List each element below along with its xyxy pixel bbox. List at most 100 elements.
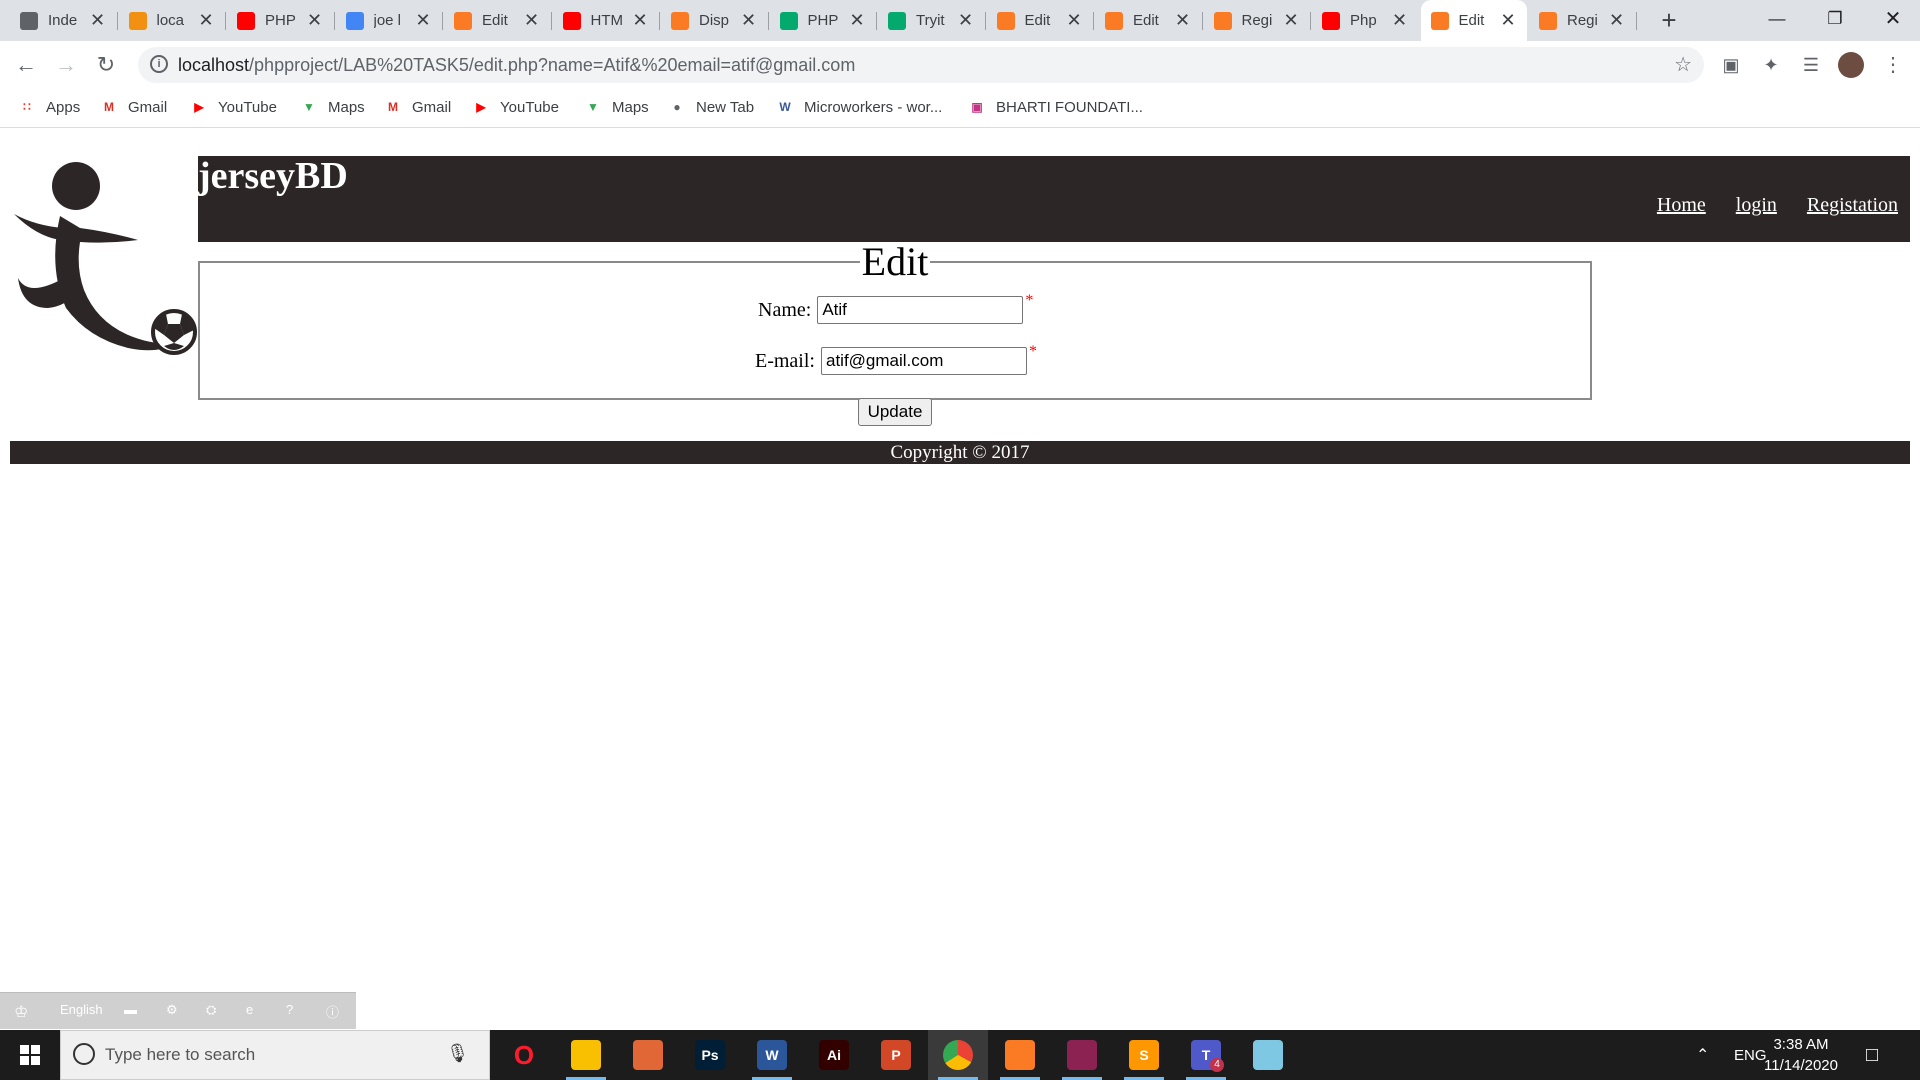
close-tab-icon[interactable]: ✕ [1172, 10, 1194, 31]
restore-button[interactable]: ❐ [1806, 0, 1864, 41]
update-button[interactable]: Update [858, 398, 932, 426]
bookmark-label: Microworkers - wor... [804, 98, 943, 116]
browser-tab[interactable]: Disp ✕ [661, 0, 768, 41]
browser-tab[interactable]: Edit ✕ [444, 0, 551, 41]
url-text[interactable]: localhost/phpproject/LAB%20TASK5/edit.ph… [178, 55, 855, 76]
ie-icon[interactable]: e [246, 1002, 253, 1017]
browser-tab[interactable]: Php ✕ [1312, 0, 1419, 41]
close-tab-icon[interactable]: ✕ [87, 10, 109, 31]
new-tab-button[interactable]: + [1654, 6, 1684, 36]
matlab-icon [633, 1040, 663, 1070]
email-input[interactable] [820, 347, 1027, 375]
bookmark-item[interactable]: W Microworkers - wor... [776, 96, 942, 118]
input-language[interactable]: ENG [1734, 1030, 1767, 1080]
browser-tab[interactable]: PHP ✕ [770, 0, 877, 41]
media-control-icon[interactable]: ☰ [1798, 52, 1824, 78]
info-icon[interactable]: ⓘ [326, 1002, 339, 1021]
back-icon[interactable]: ← [10, 49, 42, 81]
browser-tab[interactable]: HTM ✕ [553, 0, 660, 41]
clock[interactable]: 3:38 AM 11/14/2020 [1764, 1034, 1838, 1076]
bookmark-item[interactable]: ▶ YouTube [190, 96, 277, 118]
profile-extension-icon[interactable]: ▣ [1718, 52, 1744, 78]
close-tab-icon[interactable]: ✕ [1497, 10, 1519, 31]
close-tab-icon[interactable]: ✕ [1389, 10, 1411, 31]
browser-tab[interactable]: Inde ✕ [10, 0, 117, 41]
taskbar-app[interactable]: Ps [680, 1030, 740, 1080]
taskbar-app[interactable] [990, 1030, 1050, 1080]
browser-tab[interactable]: loca ✕ [119, 0, 226, 41]
tray-overflow-icon[interactable]: ⌃ [1696, 1030, 1709, 1080]
windows-start-icon[interactable] [0, 1030, 60, 1080]
chrome-icon [943, 1040, 973, 1070]
taskbar-app[interactable] [1238, 1030, 1298, 1080]
name-input[interactable] [817, 296, 1024, 324]
browser-tab[interactable]: Edit ✕ [1420, 0, 1527, 41]
taskbar-app[interactable] [1052, 1030, 1112, 1080]
tab-separator [116, 12, 118, 30]
taskbar-app[interactable]: Ai [804, 1030, 864, 1080]
browser-tab[interactable]: Regi ✕ [1204, 0, 1311, 41]
bookmark-item[interactable]: ▼ Maps [300, 96, 365, 118]
close-tab-icon[interactable]: ✕ [1063, 10, 1085, 31]
w3schools-icon [888, 11, 906, 30]
forward-icon[interactable]: → [50, 49, 82, 81]
taskbar-app[interactable] [556, 1030, 616, 1080]
browser-tab[interactable]: joe l ✕ [336, 0, 443, 41]
maps-pin-icon: ▼ [303, 100, 315, 114]
browser-tab[interactable]: Edit ✕ [1095, 0, 1202, 41]
keyboard-icon[interactable]: ▬ [124, 1002, 137, 1017]
close-window-button[interactable]: ✕ [1864, 0, 1920, 41]
bookmark-item[interactable]: ▶ YouTube [472, 96, 559, 118]
address-bar[interactable]: i localhost/phpproject/LAB%20TASK5/edit.… [138, 47, 1704, 83]
extensions-puzzle-icon[interactable]: ✦ [1758, 52, 1784, 78]
language-label[interactable]: English [60, 1002, 103, 1017]
close-tab-icon[interactable]: ✕ [738, 10, 760, 31]
browser-tab[interactable]: Edit ✕ [987, 0, 1094, 41]
site-info-icon[interactable]: i [150, 55, 168, 73]
browser-tab[interactable]: Tryit ✕ [878, 0, 985, 41]
close-tab-icon[interactable]: ✕ [629, 10, 651, 31]
microphone-icon[interactable]: 🎙 [446, 1043, 469, 1064]
bookmark-item[interactable]: ● New Tab [668, 96, 754, 118]
close-tab-icon[interactable]: ✕ [195, 10, 217, 31]
avatar[interactable] [1838, 52, 1864, 78]
taskbar-app[interactable] [928, 1030, 988, 1080]
close-tab-icon[interactable]: ✕ [304, 10, 326, 31]
close-tab-icon[interactable]: ✕ [521, 10, 543, 31]
minimize-button[interactable]: — [1748, 0, 1806, 41]
reload-icon[interactable]: ↻ [90, 49, 122, 81]
help-icon[interactable]: ? [286, 1002, 293, 1017]
nav-home-link[interactable]: Home [1657, 194, 1706, 217]
bookmark-star-icon[interactable]: ☆ [1674, 52, 1692, 77]
taskbar-app[interactable]: W [742, 1030, 802, 1080]
maps-pin-icon: ▼ [587, 100, 599, 114]
taskbar-search[interactable]: Type here to search 🎙 [60, 1030, 490, 1080]
bookmark-item[interactable]: ∷ Apps [18, 96, 80, 118]
tool-icon[interactable]: ⚙ [166, 1002, 178, 1018]
taskbar-app[interactable]: S [1114, 1030, 1174, 1080]
email-row: E-mail: * [755, 343, 1037, 375]
opera-icon: O [513, 1039, 535, 1070]
taskbar-app[interactable]: P [866, 1030, 926, 1080]
nav-login-link[interactable]: login [1736, 194, 1777, 217]
ime-icon[interactable]: ♔ [14, 1002, 28, 1022]
taskbar-app[interactable] [618, 1030, 678, 1080]
close-tab-icon[interactable]: ✕ [1280, 10, 1302, 31]
action-center-icon[interactable]: □ [1866, 1030, 1878, 1080]
close-tab-icon[interactable]: ✕ [1606, 10, 1628, 31]
browser-tab[interactable]: Regi ✕ [1529, 0, 1636, 41]
bookmark-item[interactable]: M Gmail [384, 96, 451, 118]
browser-tab[interactable]: PHP ✕ [227, 0, 334, 41]
settings-icon[interactable]: ⛭ [206, 1002, 216, 1018]
close-tab-icon[interactable]: ✕ [846, 10, 868, 31]
chrome-menu-icon[interactable]: ⋮ [1880, 52, 1906, 78]
bookmark-item[interactable]: M Gmail [100, 96, 167, 118]
taskbar-app[interactable]: O [494, 1030, 554, 1080]
bookmark-item[interactable]: ▣ BHARTI FOUNDATI... [968, 96, 1143, 118]
tab-title: loca [156, 12, 185, 29]
nav-registration-link[interactable]: Registation [1807, 194, 1898, 217]
bookmark-item[interactable]: ▼ Maps [584, 96, 649, 118]
close-tab-icon[interactable]: ✕ [412, 10, 434, 31]
close-tab-icon[interactable]: ✕ [955, 10, 977, 31]
taskbar-app[interactable]: T4 [1176, 1030, 1236, 1080]
